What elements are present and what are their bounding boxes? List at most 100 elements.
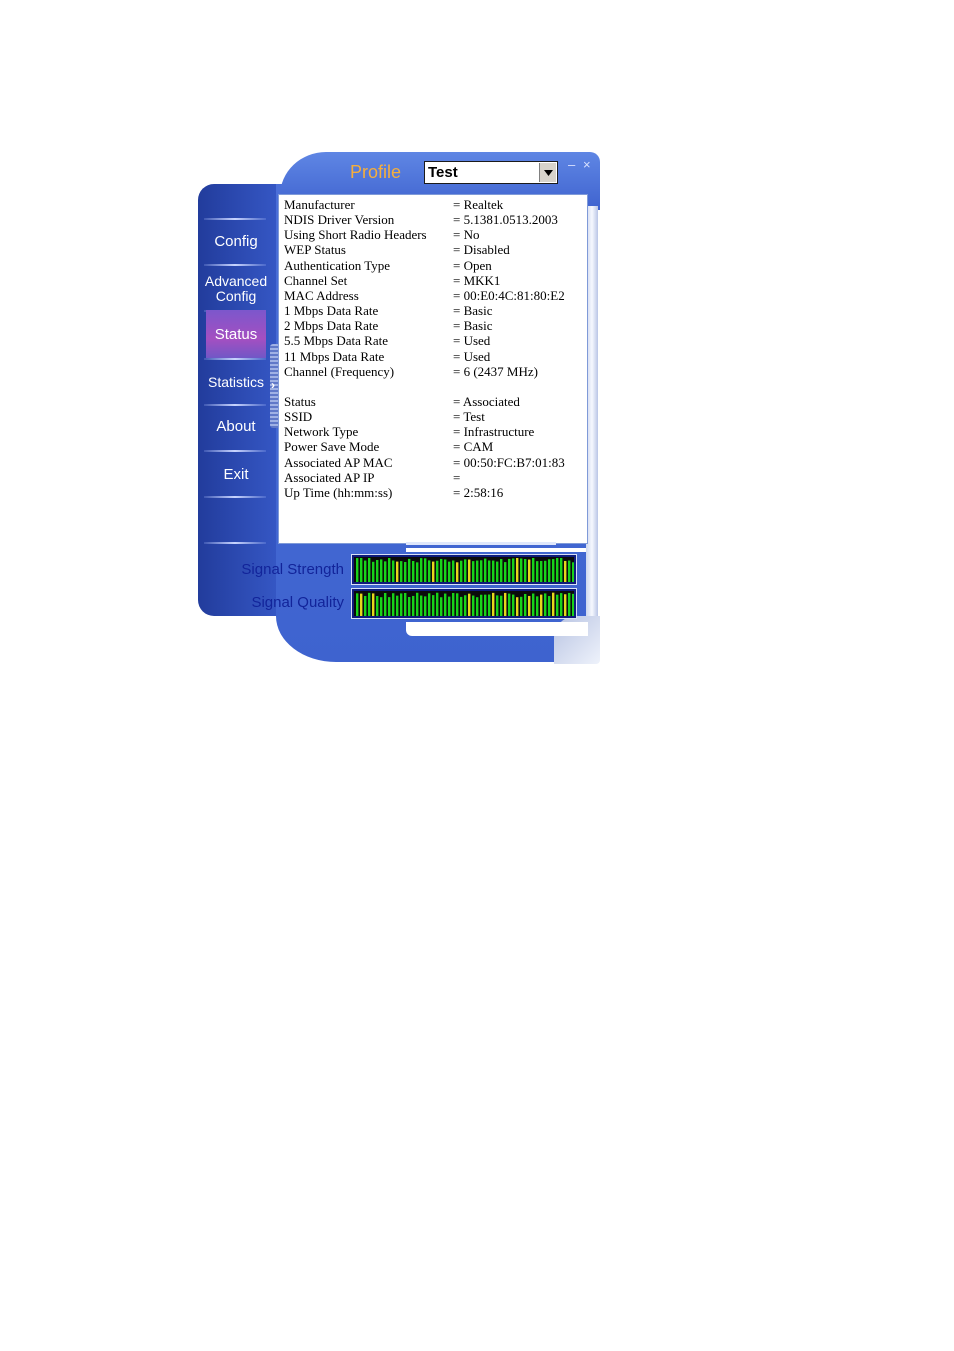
- meter-bar: [560, 593, 563, 616]
- meter-bar: [372, 593, 375, 616]
- meter-bar: [468, 559, 471, 582]
- status-info-panel: Manufacturer = Realtek NDIS Driver Version…: [278, 194, 588, 544]
- status-key: 2 Mbps Data Rate: [284, 318, 379, 334]
- profile-label: Profile: [350, 162, 402, 182]
- meter-bar: [532, 558, 535, 582]
- nav-item-config[interactable]: Config: [202, 234, 270, 250]
- meter-bar: [440, 597, 443, 616]
- status-key: WEP Status: [284, 242, 346, 258]
- meter-bar: [472, 561, 475, 582]
- status-value: =: [453, 469, 461, 485]
- meter-bar: [512, 558, 515, 582]
- meter-bar: [520, 558, 523, 582]
- meter-bar: [504, 592, 507, 616]
- minimize-button[interactable]: –: [568, 158, 575, 172]
- meter-bar: [444, 559, 447, 582]
- nav-item-status[interactable]: Status: [202, 327, 270, 343]
- meter-bar: [360, 558, 363, 582]
- status-row: SSID = Test: [284, 409, 584, 424]
- meter-bar: [476, 597, 479, 616]
- nav-divider: [204, 542, 266, 544]
- status-value: = Infrastructure: [453, 424, 535, 440]
- meter-bar: [436, 592, 439, 616]
- status-value: = 6 (2437 MHz): [453, 363, 538, 379]
- meter-bar: [484, 594, 487, 616]
- status-value: = Disabled: [453, 242, 510, 258]
- meter-bar: [436, 560, 439, 582]
- meter-bar: [524, 593, 527, 616]
- meter-bar: [428, 593, 431, 616]
- meter-bar: [460, 560, 463, 582]
- profile-dropdown-button[interactable]: [539, 163, 556, 182]
- window-bottom-bar: [406, 622, 588, 636]
- close-button[interactable]: ×: [583, 158, 591, 172]
- meter-bar: [356, 593, 359, 616]
- meter-bar: [492, 560, 495, 582]
- meter-bar: [408, 558, 411, 582]
- utility-window: Profile Test – × Config Advanced Config …: [196, 150, 602, 666]
- meter-bar: [536, 561, 539, 582]
- nav-item-statistics[interactable]: Statistics: [202, 374, 270, 390]
- meter-bar: [484, 558, 487, 582]
- profile-select[interactable]: Test: [424, 161, 558, 184]
- meter-bar: [412, 595, 415, 616]
- status-value: = No: [453, 227, 480, 243]
- signal-quality-label: Signal Quality: [251, 594, 344, 611]
- meter-bar: [356, 558, 359, 582]
- meter-bar: [416, 562, 419, 582]
- meter-bar: [380, 597, 383, 616]
- meter-bar: [496, 561, 499, 582]
- status-row: 11 Mbps Data Rate = Used: [284, 349, 584, 364]
- status-value: = Basic: [453, 318, 493, 334]
- nav-item-advanced-config[interactable]: Advanced Config: [202, 274, 270, 304]
- meter-bar: [416, 592, 419, 616]
- status-key: Associated AP IP: [284, 469, 375, 485]
- meter-bar: [448, 561, 451, 582]
- meter-bar: [488, 594, 491, 616]
- status-key: 5.5 Mbps Data Rate: [284, 333, 388, 349]
- meter-bar: [572, 593, 574, 616]
- status-key: Using Short Radio Headers: [284, 227, 427, 243]
- nav-divider: [204, 218, 266, 220]
- meter-bar: [460, 596, 463, 616]
- meter-bar: [544, 593, 547, 616]
- meter-bar: [508, 558, 511, 582]
- meter-bar: [556, 594, 559, 616]
- chevron-right-icon: ›: [271, 378, 275, 392]
- status-row: 5.5 Mbps Data Rate = Used: [284, 333, 584, 348]
- meter-bar: [516, 597, 519, 616]
- meter-bar: [464, 559, 467, 582]
- status-value: = Test: [453, 409, 485, 425]
- meter-bar: [528, 595, 531, 616]
- meter-bar: [564, 560, 567, 582]
- meter-bar: [392, 593, 395, 616]
- status-row: NDIS Driver Version = 5.1381.0513.2003: [284, 212, 584, 227]
- meter-bar: [388, 558, 391, 582]
- meter-bar: [492, 592, 495, 616]
- meter-bar: [400, 561, 403, 582]
- status-value: = Used: [453, 333, 491, 349]
- panel-bottom-strip: [406, 542, 556, 545]
- meter-bar: [424, 558, 427, 582]
- status-value: = Used: [453, 348, 491, 364]
- meter-bar: [396, 595, 399, 616]
- nav-divider: [204, 450, 266, 452]
- signal-strength-label: Signal Strength: [241, 561, 344, 578]
- status-key: MAC Address: [284, 287, 359, 303]
- meter-bar: [456, 562, 459, 582]
- status-row: Manufacturer = Realtek: [284, 197, 584, 212]
- meter-bar: [456, 593, 459, 616]
- meter-bar: [384, 593, 387, 616]
- status-row: WEP Status = Disabled: [284, 242, 584, 257]
- meter-bar: [400, 593, 403, 616]
- status-row: MAC Address = 00:E0:4C:81:80:E2: [284, 288, 584, 303]
- status-key: 1 Mbps Data Rate: [284, 303, 379, 319]
- status-key: Power Save Mode: [284, 439, 380, 455]
- status-key: NDIS Driver Version: [284, 212, 395, 228]
- meter-bar: [412, 560, 415, 582]
- nav-item-exit[interactable]: Exit: [202, 467, 270, 483]
- signal-quality-bars: [356, 592, 574, 616]
- meter-bar: [544, 560, 547, 582]
- meter-bar: [428, 560, 431, 582]
- nav-item-about[interactable]: About: [202, 419, 270, 435]
